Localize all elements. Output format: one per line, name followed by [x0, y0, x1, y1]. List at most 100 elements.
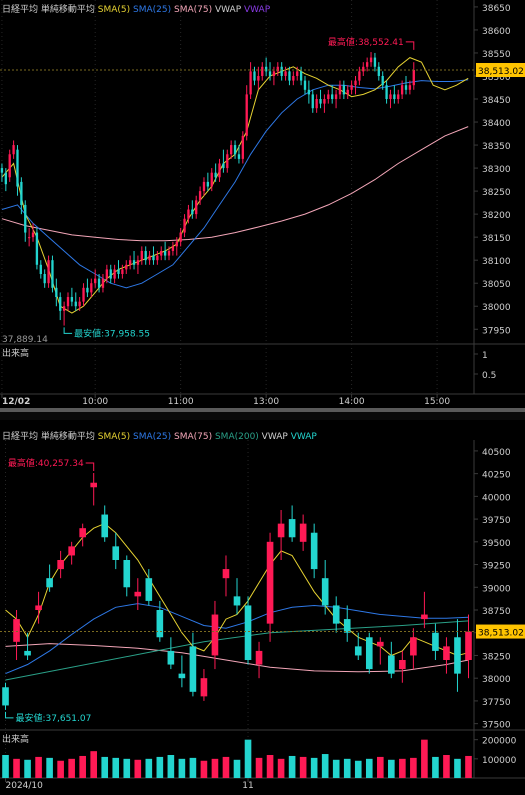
candle-body: [94, 278, 97, 284]
y-tick-label: 38050: [482, 280, 511, 290]
candle-body: [4, 172, 7, 185]
legend-entry: SMA(25): [133, 5, 174, 15]
candle-body: [78, 301, 81, 307]
candle-body: [303, 80, 307, 90]
volume-tick-label: 0.5: [482, 371, 496, 381]
candle-body: [266, 541, 274, 624]
candle-body: [393, 94, 396, 100]
y-tick-label: 40250: [482, 471, 511, 481]
candle-body: [432, 632, 439, 651]
candle-body: [465, 631, 472, 660]
legend-entry: 単純移動平均: [41, 3, 98, 15]
y-tick-label: 38600: [482, 27, 511, 37]
candle-body: [134, 591, 142, 597]
panel-gap: [0, 412, 525, 420]
candle-body: [264, 66, 268, 72]
x-tick-label: 14:00: [339, 397, 365, 407]
candle-body: [373, 57, 377, 67]
candle-body: [123, 560, 131, 588]
candle-body: [261, 66, 264, 76]
candle-body: [321, 578, 329, 606]
candle-body: [334, 94, 338, 100]
candle-body: [70, 297, 74, 302]
x-tick-label: 11:00: [168, 397, 194, 407]
candle-body: [117, 269, 120, 275]
candle-body: [288, 71, 291, 81]
chart-stage: 37950 38000 38050 38100 38150 38200 38250 38300…: [0, 0, 525, 791]
volume-bar: [156, 756, 164, 778]
candle-body: [66, 297, 70, 307]
candle-body: [362, 66, 365, 72]
candle-body: [218, 163, 221, 178]
candle-body: [299, 523, 307, 542]
candle-body: [399, 660, 406, 670]
volume-tick-label: 100000: [482, 756, 517, 766]
volume-bar: [123, 758, 131, 778]
volume-bar: [255, 757, 263, 778]
candle-body: [47, 260, 50, 284]
candle-body: [354, 80, 357, 86]
legend: 日経平均 単純移動平均 SMA(5) SMA(25) SMA(75) VWAP …: [2, 3, 271, 15]
candle-body: [82, 287, 85, 302]
candle-body: [178, 673, 186, 679]
legend-entry: VWAP: [262, 432, 291, 442]
volume-bar: [299, 756, 307, 778]
volume-bar: [365, 758, 373, 778]
volume-bar: [343, 758, 351, 778]
volume-bar: [35, 756, 42, 778]
candle-body: [101, 514, 109, 538]
candle-body: [389, 94, 392, 100]
y-tick-label: 38400: [482, 119, 511, 129]
legend-entry: SMA(75): [174, 432, 215, 442]
candle-body: [200, 678, 208, 697]
candle-body: [369, 57, 373, 63]
sma25-line: [1, 79, 469, 289]
y-tick-label: 37950: [482, 326, 511, 336]
legend-entry: 日経平均: [2, 430, 41, 442]
candle-body: [57, 560, 64, 570]
volume-bar: [332, 759, 340, 778]
volume-bar: [167, 755, 175, 778]
candle-body: [233, 596, 241, 606]
candle-body: [140, 250, 143, 261]
low-label: 最安値:37,651.07: [16, 712, 92, 724]
candle-body: [210, 172, 213, 187]
y-tick-label: 38750: [482, 607, 511, 617]
candle-body: [179, 232, 182, 242]
candle-body: [189, 646, 197, 692]
candle-body: [0, 168, 4, 173]
legend-entry: SMA(75): [174, 5, 215, 15]
legend-entry: 日経平均: [2, 3, 41, 15]
y-tick-label: 40500: [482, 448, 511, 458]
volume-title: 出来高: [2, 347, 29, 359]
candle-body: [187, 209, 190, 219]
candle-body: [315, 99, 318, 109]
candle-body: [156, 255, 159, 261]
candle-body: [160, 250, 163, 256]
volume-bar: [222, 756, 230, 778]
candle-body: [167, 650, 175, 665]
volume-bar: [443, 755, 450, 778]
candle-body: [144, 250, 147, 261]
candle-body: [214, 172, 217, 178]
x-tick-label: 15:00: [424, 397, 450, 407]
y-tick-label: 39250: [482, 562, 511, 572]
candle-body: [55, 287, 58, 298]
legend-entry: VWAP: [244, 5, 271, 15]
candle-body: [112, 546, 120, 560]
candle-body: [311, 94, 314, 109]
candle-body: [24, 650, 31, 656]
candle-body: [284, 71, 287, 76]
volume-bar: [200, 760, 208, 778]
candle-body: [152, 255, 155, 261]
candle-body: [35, 232, 39, 265]
candle-body: [241, 135, 244, 159]
y-tick-label: 38100: [482, 257, 511, 267]
y-tick-label: 38000: [482, 303, 511, 313]
candle-body: [376, 641, 384, 647]
candle-body: [272, 71, 276, 76]
candle-body: [183, 218, 186, 233]
candle-body: [35, 605, 42, 610]
candle-body: [310, 532, 318, 570]
candle-body: [86, 287, 89, 293]
